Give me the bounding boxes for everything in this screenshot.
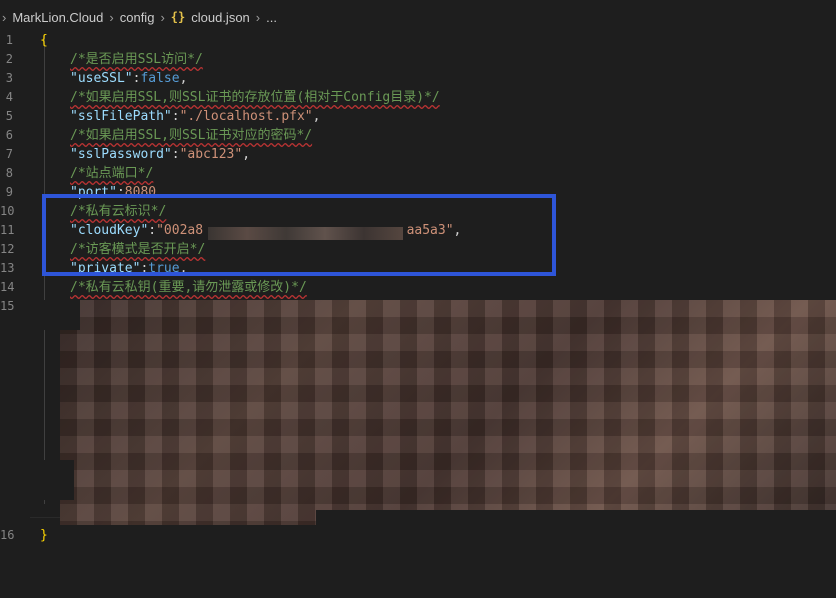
code-content: "sslPassword":"abc123", (70, 145, 250, 164)
code-token-comment: /*私有云私钥(重要,请勿泄露或修改)*/ (70, 280, 307, 295)
code-token-punc: : (171, 147, 180, 162)
line-number: 12 (0, 242, 15, 256)
chevron-right-icon: › (2, 9, 7, 25)
code-token-punc: , (312, 109, 321, 124)
line-number: 5 (5, 109, 13, 123)
code-line[interactable]: 6 /*如果启用SSL,则SSL证书对应的密码*/ (0, 126, 836, 145)
code-line[interactable]: 8 /*站点端口*/ (0, 164, 836, 183)
code-token-str: "./localhost.pfx" (179, 109, 313, 124)
code-line[interactable]: 1{ (0, 31, 836, 50)
code-content: /*私有云私钥(重要,请勿泄露或修改)*/ (70, 278, 307, 297)
code-token-bool: false (140, 71, 180, 86)
chevron-right-icon: › (255, 9, 261, 25)
line-number: 1 (5, 33, 13, 47)
code-line[interactable]: 14 /*私有云私钥(重要,请勿泄露或修改)*/ (0, 278, 836, 297)
code-token-key: "useSSL" (70, 71, 133, 86)
code-line[interactable]: 3 "useSSL":false, (0, 69, 836, 88)
breadcrumb-item-symbol[interactable]: ... (266, 10, 277, 25)
code-line[interactable]: 5 "sslFilePath":"./localhost.pfx", (0, 107, 836, 126)
line-number: 3 (5, 71, 13, 85)
breadcrumb-item-folder[interactable]: config (120, 10, 155, 25)
code-content: /*站点端口*/ (70, 164, 153, 183)
code-content: /*是否启用SSL访问*/ (70, 50, 203, 69)
chevron-right-icon: › (109, 9, 114, 25)
json-file-icon: {} (170, 10, 186, 24)
mosaic-edge (30, 300, 80, 330)
breadcrumb: › MarkLion.Cloud › config › {} cloud.jso… (0, 0, 836, 34)
code-token-key: "sslFilePath" (70, 109, 172, 124)
redacted-private-key-mosaic (60, 300, 836, 525)
line-number: 8 (5, 166, 13, 180)
code-content: { (40, 31, 48, 50)
code-token-comment: /*如果启用SSL,则SSL证书的存放位置(相对于Config目录)*/ (70, 90, 440, 105)
line-number: 9 (5, 185, 13, 199)
code-token-str: "abc123" (179, 147, 243, 162)
mosaic-edge (30, 460, 74, 500)
breadcrumb-item-file[interactable]: cloud.json (191, 10, 250, 25)
code-token-brace: } (40, 528, 48, 543)
code-token-punc: , (242, 147, 251, 162)
code-content: } (40, 526, 48, 545)
line-number: 11 (0, 223, 15, 237)
annotation-highlight-box (42, 194, 556, 276)
code-token-punc: , (179, 71, 188, 86)
code-token-comment: /*如果启用SSL,则SSL证书对应的密码*/ (70, 128, 313, 143)
code-token-brace: { (40, 33, 48, 48)
code-line[interactable]: 7 "sslPassword":"abc123", (0, 145, 836, 164)
line-number: 10 (0, 204, 15, 218)
line-number: 13 (0, 261, 15, 275)
code-content: /*如果启用SSL,则SSL证书对应的密码*/ (70, 126, 312, 145)
line-number: 2 (5, 52, 13, 66)
code-token-comment: /*站点端口*/ (70, 166, 154, 181)
line-number: 16 (0, 528, 15, 542)
line-number: 7 (5, 147, 13, 161)
breadcrumb-item-root[interactable]: MarkLion.Cloud (12, 10, 103, 25)
code-line[interactable]: 4 /*如果启用SSL,则SSL证书的存放位置(相对于Config目录)*/ (0, 88, 836, 107)
line-number: 14 (0, 280, 15, 294)
line-number: 6 (5, 128, 13, 142)
chevron-right-icon: › (160, 9, 165, 25)
line-number: 4 (5, 90, 13, 104)
code-token-punc: : (171, 109, 180, 124)
line-number: 15 (0, 299, 15, 313)
code-content: /*如果启用SSL,则SSL证书的存放位置(相对于Config目录)*/ (70, 88, 440, 107)
code-token-comment: /*是否启用SSL访问*/ (70, 52, 203, 67)
code-content: "useSSL":false, (70, 69, 187, 88)
code-content: "sslFilePath":"./localhost.pfx", (70, 107, 320, 126)
mosaic-edge (316, 510, 836, 530)
code-line[interactable]: 2 /*是否启用SSL访问*/ (0, 50, 836, 69)
code-token-key: "sslPassword" (70, 147, 172, 162)
